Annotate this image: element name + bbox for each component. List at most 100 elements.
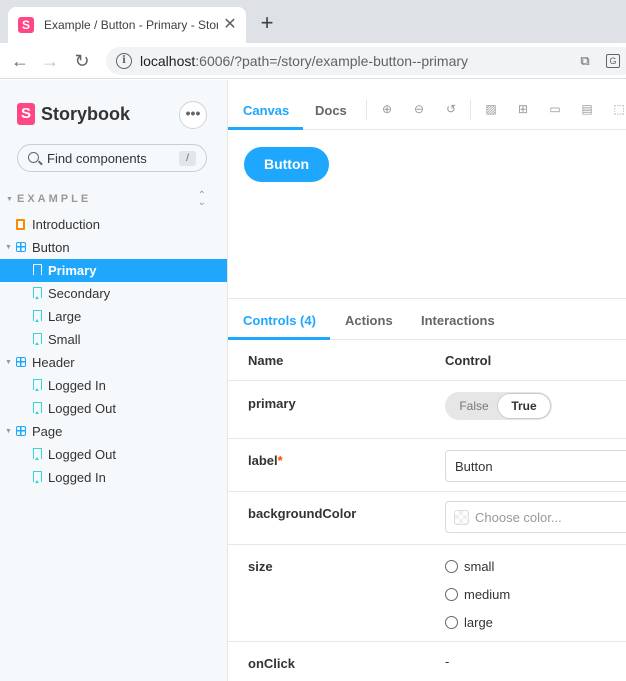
collapse-all-icon[interactable]: ⌃ ⌄ <box>198 191 206 208</box>
radio-circle[interactable] <box>445 588 458 601</box>
chevron-down-icon: ▼ <box>5 244 12 251</box>
close-icon[interactable]: ✕ <box>222 17 238 33</box>
viewport-icon[interactable]: ▭ <box>548 102 562 116</box>
sidebar-item-label: Button <box>32 240 70 255</box>
zoom-reset-icon[interactable]: ↺ <box>444 102 458 116</box>
measure-icon[interactable]: ▤ <box>580 102 594 116</box>
grid-icon[interactable]: ⊞ <box>516 102 530 116</box>
tab-interactions[interactable]: Interactions <box>421 313 495 328</box>
size-radio-large[interactable]: large <box>445 614 595 632</box>
zoom-in-icon[interactable]: ⊕ <box>380 102 394 116</box>
sidebar-item-label: Secondary <box>48 286 111 301</box>
chevron-down-icon: ▼ <box>6 196 13 203</box>
more-menu-button[interactable]: ••• <box>179 101 207 129</box>
addon-tabs: Controls (4) Actions Interactions <box>228 299 626 340</box>
tab-canvas[interactable]: Canvas <box>243 103 289 118</box>
sidebar-item-label: Primary <box>48 263 97 278</box>
control-name: primary <box>248 396 296 411</box>
sidebar-item-header-logged-out[interactable]: Logged Out <box>0 397 227 420</box>
tab-controls[interactable]: Controls (4) <box>243 313 316 328</box>
section-example[interactable]: ▼ EXAMPLE ⌃ ⌄ <box>6 191 216 208</box>
forward-arrow-icon[interactable]: → <box>38 49 62 73</box>
component-icon <box>16 426 26 436</box>
zoom-out-icon[interactable]: ⊖ <box>412 102 426 116</box>
chevron-down-icon: ▼ <box>5 359 12 366</box>
active-tab-indicator <box>228 127 303 130</box>
background-color-picker[interactable]: Choose color... <box>445 501 626 533</box>
search-input[interactable]: Find components / <box>17 144 207 172</box>
required-marker: * <box>277 453 283 468</box>
sidebar-item-large[interactable]: Large <box>0 305 227 328</box>
address-bar[interactable]: i localhost:6006/?path=/story/example-bu… <box>106 47 626 75</box>
brand-name: Storybook <box>41 103 131 124</box>
sidebar: S Storybook ••• Find components / ▼ EXAM… <box>0 80 227 681</box>
size-radio-medium[interactable]: medium <box>445 586 595 604</box>
bookmark-icon <box>33 333 42 345</box>
radio-circle[interactable] <box>445 616 458 629</box>
label-text-field[interactable]: Button <box>445 450 626 482</box>
new-tab-icon[interactable]: + <box>256 12 278 35</box>
search-placeholder: Find components <box>47 151 147 166</box>
sidebar-item-label: Page <box>32 424 63 439</box>
storybook-brand[interactable]: S Storybook <box>17 103 130 125</box>
primary-boolean-toggle[interactable]: False True <box>445 392 552 420</box>
sidebar-item-label: Large <box>48 309 82 324</box>
control-name: label* <box>248 453 283 468</box>
toolbar-divider <box>470 100 471 120</box>
color-placeholder: Choose color... <box>475 510 562 525</box>
storybook-toolbar: Canvas Docs ⊕ ⊖ ↺ ▨ ⊞ ▭ ▤ ⬚ <box>228 90 626 130</box>
browser-toolbar: ← → ↻ i localhost:6006/?path=/story/exam… <box>0 43 626 79</box>
sidebar-item-page[interactable]: ▼ Page <box>0 420 227 443</box>
onclick-value: - <box>445 654 450 669</box>
control-row-size: size small medium large <box>228 545 626 642</box>
color-swatch-icon[interactable] <box>454 510 469 525</box>
column-header-control: Control <box>445 353 492 368</box>
sidebar-item-button[interactable]: ▼ Button <box>0 236 227 259</box>
bookmark-icon <box>33 379 42 391</box>
browser-tab[interactable]: S Example / Button - Primary - Storybook… <box>8 7 246 43</box>
back-arrow-icon[interactable]: ← <box>8 49 32 73</box>
sidebar-item-label: Header <box>32 355 75 370</box>
sidebar-item-page-logged-out[interactable]: Logged Out <box>0 443 227 466</box>
size-radio-small[interactable]: small <box>445 558 595 576</box>
outline-icon[interactable]: ⬚ <box>612 102 626 116</box>
control-row-label: label* Button <box>228 439 626 492</box>
storybook-logo-icon: S <box>17 103 35 125</box>
external-link-icon[interactable]: ⧉ <box>576 52 594 70</box>
sidebar-item-primary[interactable]: Primary <box>0 259 227 282</box>
controls-header: Name Control <box>228 341 626 381</box>
radio-circle[interactable] <box>445 560 458 573</box>
storybook-favicon-icon: S <box>18 17 34 33</box>
preview-primary-button[interactable]: Button <box>244 147 329 182</box>
control-row-background-color: backgroundColor Choose color... <box>228 492 626 545</box>
sidebar-item-secondary[interactable]: Secondary <box>0 282 227 305</box>
control-name: onClick <box>248 656 295 671</box>
background-icon[interactable]: ▨ <box>484 102 498 116</box>
tab-actions[interactable]: Actions <box>345 313 393 328</box>
sidebar-item-label: Introduction <box>32 217 100 232</box>
sidebar-item-introduction[interactable]: Introduction <box>0 213 227 236</box>
reload-icon[interactable]: ↻ <box>70 49 94 73</box>
info-icon[interactable]: i <box>116 53 132 69</box>
chevron-down-icon: ▼ <box>5 428 12 435</box>
component-icon <box>16 242 26 252</box>
sidebar-item-small[interactable]: Small <box>0 328 227 351</box>
toggle-false-option[interactable]: False <box>451 394 497 418</box>
main-panel: Canvas Docs ⊕ ⊖ ↺ ▨ ⊞ ▭ ▤ ⬚ Button Contr… <box>227 80 626 681</box>
tab-docs[interactable]: Docs <box>315 103 347 118</box>
toggle-true-option[interactable]: True <box>498 394 550 418</box>
canvas-preview: Button <box>228 131 626 298</box>
toolbar-divider <box>366 100 367 120</box>
search-shortcut-badge: / <box>179 151 196 166</box>
bookmark-icon <box>33 402 42 414</box>
sidebar-item-page-logged-in[interactable]: Logged In <box>0 466 227 489</box>
url-text: localhost:6006/?path=/story/example-butt… <box>140 53 469 69</box>
browser-tab-title: Example / Button - Primary - Storybook <box>44 18 218 32</box>
addons-panel: Controls (4) Actions Interactions Name C… <box>228 298 626 681</box>
label-text-value: Button <box>455 459 493 474</box>
radio-label: large <box>464 615 493 630</box>
sidebar-item-label: Logged Out <box>48 447 116 462</box>
translate-icon[interactable]: G <box>606 54 620 68</box>
sidebar-item-header[interactable]: ▼ Header <box>0 351 227 374</box>
sidebar-item-header-logged-in[interactable]: Logged In <box>0 374 227 397</box>
